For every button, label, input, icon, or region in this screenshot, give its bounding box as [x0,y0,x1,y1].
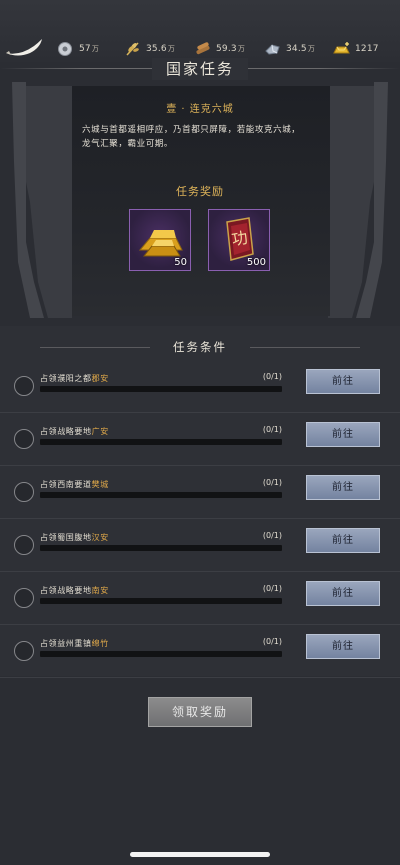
condition-label: 占领西南要道樊城 [40,479,109,490]
condition-text: 占领蜀国腹地 [40,533,92,542]
condition-place: 绵竹 [91,639,109,648]
iron-unit: 万 [307,45,316,53]
gold-ingot-plus-icon [333,42,350,54]
gold-value: 1217 [355,44,379,54]
grain-icon [126,42,139,56]
reward-title: 任务奖励 [176,185,224,198]
condition-place: 汉安 [91,533,109,542]
condition-checkbox [14,588,34,608]
condition-text: 占领益州重镇 [40,639,92,648]
home-indicator[interactable] [130,852,270,857]
claim-reward-button[interactable]: 领取奖励 [148,697,252,727]
panel-frame-left [12,82,72,318]
iron-value: 34.5 [286,44,307,54]
condition-text: 占领战略要地 [40,427,92,436]
conditions-title: 任务条件 [173,340,227,354]
condition-checkbox [14,535,34,555]
condition-progress: (0/1) [262,584,282,593]
resource-bar: 57 万 35.6 万 59.3 万 34.5 万 1217 [0,0,400,62]
condition-checkbox [14,429,34,449]
reward-count: 500 [246,257,266,268]
condition-progress-bar [40,598,282,604]
condition-checkbox [14,376,34,396]
condition-place: 南安 [91,586,109,595]
go-button[interactable]: 前往 [306,475,380,500]
go-button[interactable]: 前往 [306,528,380,553]
reward-gold[interactable]: 50 [129,209,191,271]
condition-text: 占领西南要道 [40,480,92,489]
condition-progress-bar [40,651,282,657]
mission-name: 壹 · 连克六城 [166,104,234,115]
condition-label: 占领战略要地南安 [40,585,109,596]
gold-resource[interactable]: 1217 [333,40,379,58]
header-line-left [40,347,150,348]
page-title: 国家任务 [151,58,248,80]
go-button[interactable]: 前往 [306,581,380,606]
condition-checkbox [14,482,34,502]
header-line-right [250,347,360,348]
wood-unit: 万 [237,45,246,53]
mission-description-line: 龙气汇聚，霸业可期。 [82,139,174,149]
condition-row: 占领益州重镇绵竹 (0/1) 前往 [0,625,400,678]
panel-frame-right [328,82,388,318]
go-button[interactable]: 前往 [306,634,380,659]
silver-resource[interactable]: 57 万 [57,40,99,58]
condition-place: 广安 [91,427,109,436]
condition-row: 占领战略要地广安 (0/1) 前往 [0,413,400,466]
condition-progress-bar [40,386,282,392]
grain-value: 35.6 [146,44,167,54]
reward-count: 50 [174,257,187,268]
grain-resource[interactable]: 35.6 万 [124,40,175,58]
go-button[interactable]: 前往 [306,369,380,394]
iron-ore-icon [265,44,280,55]
condition-row: 占领濮阳之都郡安 (0/1) 前往 [0,360,400,413]
title-bar: 国家任务 [0,58,400,82]
condition-text: 占领战略要地 [40,586,92,595]
wood-icon [196,42,210,55]
condition-progress: (0/1) [262,637,282,646]
wood-resource[interactable]: 59.3 万 [194,40,245,58]
condition-progress: (0/1) [262,531,282,540]
silver-unit: 万 [91,45,100,53]
condition-place: 樊城 [91,480,109,489]
silver-coin-icon [58,42,72,56]
scimitar-back-icon[interactable] [4,36,44,58]
reward-merit[interactable]: 功 500 [208,209,270,271]
condition-place: 郡安 [91,374,109,383]
mission-description-line: 六城与首都遥相呼应，乃首都只屏障，若能攻克六城， [82,125,301,135]
condition-progress: (0/1) [262,372,282,381]
condition-label: 占领战略要地广安 [40,426,109,437]
condition-row: 占领战略要地南安 (0/1) 前往 [0,572,400,625]
condition-text: 占领濮阳之都 [40,374,92,383]
conditions-header: 任务条件 [0,334,400,360]
condition-checkbox [14,641,34,661]
mission-panel [72,86,330,316]
condition-label: 占领濮阳之都郡安 [40,373,109,384]
condition-progress-bar [40,545,282,551]
wood-value: 59.3 [216,44,237,54]
condition-row: 占领西南要道樊城 (0/1) 前往 [0,466,400,519]
condition-row: 占领蜀国腹地汉安 (0/1) 前往 [0,519,400,572]
grain-unit: 万 [167,45,176,53]
go-button[interactable]: 前往 [306,422,380,447]
iron-resource[interactable]: 34.5 万 [264,40,315,58]
condition-progress: (0/1) [262,425,282,434]
condition-progress: (0/1) [262,478,282,487]
mission-description: 六城与首都遥相呼应，乃首都只屏障，若能攻克六城， 龙气汇聚，霸业可期。 [82,123,332,151]
condition-label: 占领益州重镇绵竹 [40,638,109,649]
svg-text:功: 功 [230,228,249,249]
condition-progress-bar [40,492,282,498]
silver-value: 57 [79,44,91,54]
condition-progress-bar [40,439,282,445]
condition-label: 占领蜀国腹地汉安 [40,532,109,543]
